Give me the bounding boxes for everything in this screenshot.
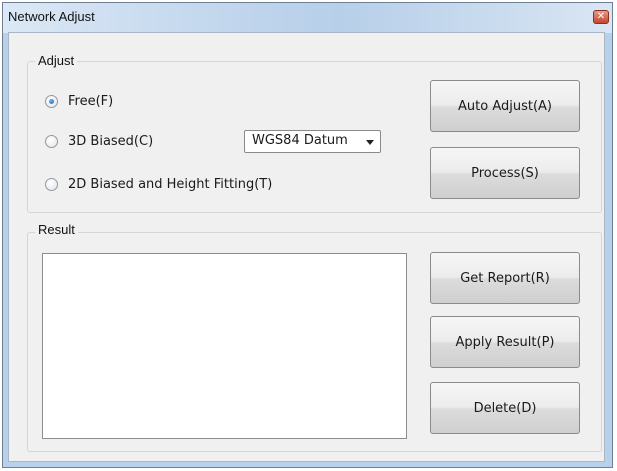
radio-2d-biased-button[interactable] — [45, 177, 58, 191]
delete-button[interactable]: Delete(D) — [430, 382, 580, 434]
title-bar[interactable]: Network Adjust ✕ — [3, 3, 612, 33]
close-icon[interactable]: ✕ — [593, 10, 609, 24]
datum-select-value: WGS84 Datum — [252, 133, 348, 148]
radio-free[interactable]: Free(F) — [45, 92, 113, 110]
radio-2d-biased-height-fitting[interactable]: 2D Biased and Height Fitting(T) — [45, 175, 272, 193]
radio-3d-biased-button[interactable] — [45, 134, 58, 148]
result-group-label: Result — [35, 222, 78, 237]
get-report-button[interactable]: Get Report(R) — [430, 252, 580, 304]
adjust-group-label: Adjust — [35, 53, 78, 68]
radio-3d-biased[interactable]: 3D Biased(C) — [45, 132, 153, 150]
chevron-down-icon[interactable] — [366, 140, 374, 145]
radio-3d-biased-label: 3D Biased(C) — [68, 133, 154, 149]
process-button[interactable]: Process(S) — [430, 147, 580, 199]
result-list-box[interactable] — [42, 253, 407, 439]
radio-2d-biased-label: 2D Biased and Height Fitting(T) — [68, 176, 273, 192]
window-title: Network Adjust — [8, 9, 95, 24]
radio-free-button[interactable] — [45, 94, 58, 108]
radio-free-label: Free(F) — [68, 93, 114, 109]
auto-adjust-button[interactable]: Auto Adjust(A) — [430, 80, 580, 132]
datum-select[interactable]: WGS84 Datum — [244, 130, 381, 153]
apply-result-button[interactable]: Apply Result(P) — [430, 316, 580, 368]
